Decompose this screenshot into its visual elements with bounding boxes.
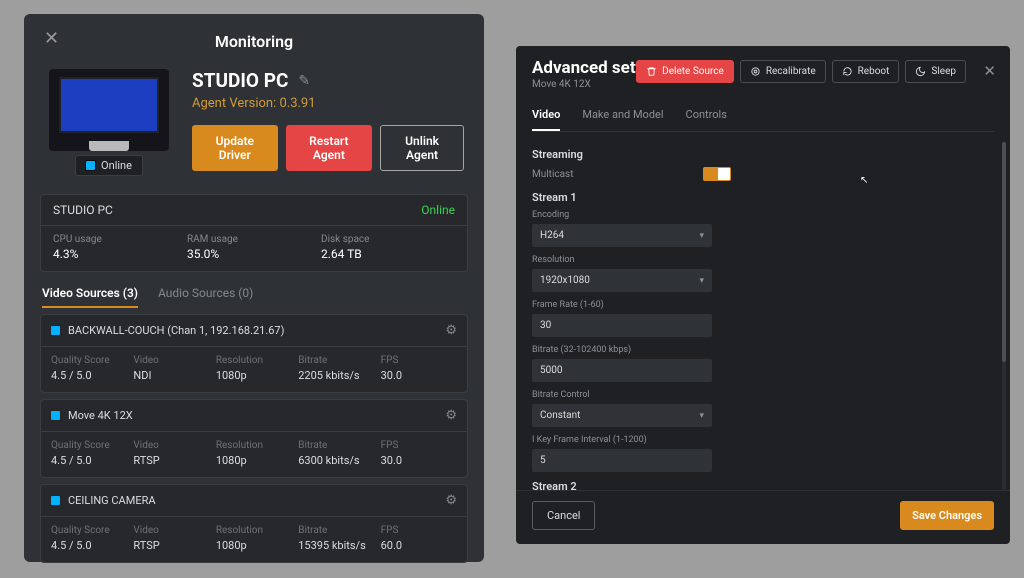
agent-version: Agent Version: 0.3.91 [192, 96, 464, 111]
gear-icon[interactable]: ⚙ [445, 408, 457, 423]
refresh-icon [842, 66, 853, 77]
system-card-status: Online [421, 203, 455, 217]
source-dot-icon [51, 411, 60, 420]
tab-video[interactable]: Video [532, 108, 560, 131]
header-right: STUDIO PC ✎ Agent Version: 0.3.91 Update… [192, 69, 464, 176]
close-icon[interactable]: ✕ [983, 62, 996, 80]
source-dot-icon [51, 326, 60, 335]
stream1-label: Stream 1 [532, 191, 994, 204]
metric-ram: RAM usage 35.0% [187, 234, 321, 261]
source-tabs: Video Sources (3) Audio Sources (0) [42, 286, 466, 308]
stream2-label: Stream 2 [532, 480, 994, 490]
framerate-label: Frame Rate (1-60) [532, 300, 994, 310]
tab-make-model[interactable]: Make and Model [582, 108, 663, 131]
cursor-icon: ↖ [860, 175, 868, 186]
status-pill: Online [75, 155, 143, 176]
unlink-agent-button[interactable]: Unlink Agent [380, 125, 464, 171]
advanced-footer: Cancel Save Changes [516, 490, 1010, 544]
system-card-name: STUDIO PC [53, 203, 113, 217]
source-card[interactable]: Move 4K 12X ⚙ Quality Score4.5 / 5.0 Vid… [40, 399, 468, 478]
system-card: STUDIO PC Online CPU usage 4.3% RAM usag… [40, 194, 468, 272]
status-pill-label: Online [101, 159, 132, 172]
device-image [49, 69, 169, 151]
tab-video-sources[interactable]: Video Sources (3) [42, 286, 138, 308]
trash-icon [646, 66, 657, 77]
multicast-toggle[interactable] [703, 167, 731, 181]
save-changes-button[interactable]: Save Changes [900, 501, 994, 530]
monitoring-title: Monitoring [40, 32, 468, 51]
gear-icon[interactable]: ⚙ [445, 493, 457, 508]
bitratectrl-label: Bitrate Control [532, 390, 994, 400]
resolution-select[interactable]: 1920x1080 [532, 269, 712, 292]
keyframe-input[interactable]: 5 [532, 449, 712, 472]
keyframe-label: I Key Frame Interval (1-1200) [532, 435, 994, 445]
source-title: BACKWALL-COUCH (Chan 1, 192.168.21.67) [68, 324, 284, 337]
advanced-settings-panel: Advanced settings Move 4K 12X Delete Sou… [516, 46, 1010, 544]
encoding-select[interactable]: H264 [532, 224, 712, 247]
recalibrate-button[interactable]: Recalibrate [740, 60, 826, 83]
streaming-section-label: Streaming [532, 148, 994, 161]
source-card[interactable]: BACKWALL-COUCH (Chan 1, 192.168.21.67) ⚙… [40, 314, 468, 393]
encoding-label: Encoding [532, 210, 994, 220]
update-driver-button[interactable]: Update Driver [192, 125, 278, 171]
bitratectrl-select[interactable]: Constant [532, 404, 712, 427]
metric-cpu: CPU usage 4.3% [53, 234, 187, 261]
sleep-button[interactable]: Sleep [905, 60, 966, 83]
delete-source-button[interactable]: Delete Source [636, 60, 734, 83]
device-column: Online [44, 69, 174, 176]
gear-icon[interactable]: ⚙ [445, 323, 457, 338]
advanced-body: Streaming Multicast Stream 1 Encoding H2… [516, 132, 1010, 490]
reboot-button[interactable]: Reboot [832, 60, 900, 83]
cancel-button[interactable]: Cancel [532, 501, 595, 530]
advanced-tabs: Video Make and Model Controls [532, 108, 994, 132]
bitrate-input[interactable]: 5000 [532, 359, 712, 382]
close-icon[interactable]: ✕ [44, 28, 59, 49]
multicast-label: Multicast [532, 169, 573, 180]
source-title: Move 4K 12X [68, 409, 133, 422]
resolution-label: Resolution [532, 255, 994, 265]
pencil-icon[interactable]: ✎ [298, 73, 310, 89]
tab-controls[interactable]: Controls [686, 108, 727, 131]
framerate-input[interactable]: 30 [532, 314, 712, 337]
target-icon [750, 66, 761, 77]
status-dot-icon [86, 161, 95, 170]
source-title: CEILING CAMERA [68, 494, 156, 507]
source-dot-icon [51, 496, 60, 505]
monitoring-panel: ✕ Monitoring Online STUDIO PC ✎ Agent Ve… [24, 14, 484, 562]
bitrate-label: Bitrate (32-102400 kbps) [532, 345, 994, 355]
source-list: BACKWALL-COUCH (Chan 1, 192.168.21.67) ⚙… [40, 314, 468, 563]
scrollbar[interactable] [1002, 142, 1006, 490]
scrollbar-thumb[interactable] [1002, 142, 1006, 362]
tab-audio-sources[interactable]: Audio Sources (0) [158, 286, 253, 308]
metric-disk: Disk space 2.64 TB [321, 234, 455, 261]
device-name: STUDIO PC [192, 69, 288, 92]
moon-icon [915, 66, 926, 77]
monitoring-header: Online STUDIO PC ✎ Agent Version: 0.3.91… [40, 69, 468, 186]
restart-agent-button[interactable]: Restart Agent [286, 125, 373, 171]
source-card[interactable]: CEILING CAMERA ⚙ Quality Score4.5 / 5.0 … [40, 484, 468, 563]
